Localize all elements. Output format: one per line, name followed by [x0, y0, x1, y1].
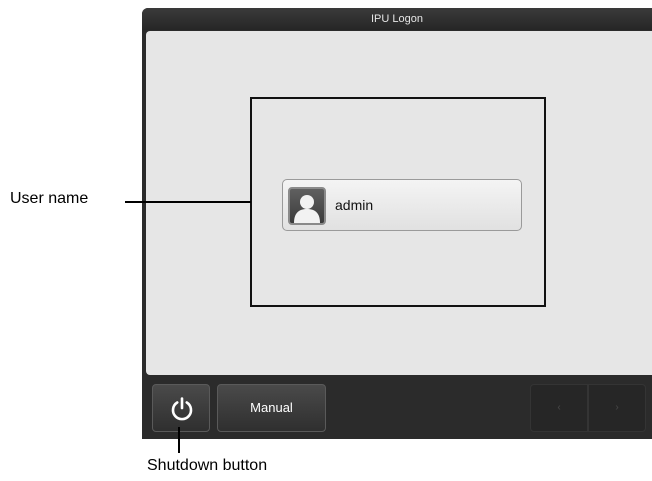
window-title: IPU Logon	[142, 8, 652, 30]
next-page-button[interactable]: ›	[588, 384, 646, 432]
chevron-left-icon: ‹	[557, 402, 561, 413]
manual-button[interactable]: Manual	[217, 384, 326, 432]
shutdown-button[interactable]	[152, 384, 210, 432]
user-button-admin[interactable]: admin	[282, 179, 522, 231]
screen: IPU Logon admin Manual ‹ › User name Shu…	[0, 0, 652, 481]
user-name-callout-line	[125, 201, 251, 203]
user-list-panel: admin	[250, 97, 546, 307]
shutdown-button-callout: Shutdown button	[147, 457, 268, 474]
shutdown-callout-line	[178, 427, 180, 453]
previous-page-button[interactable]: ‹	[530, 384, 588, 432]
user-name-callout: User name	[10, 190, 89, 207]
logon-content-area: admin	[146, 31, 652, 375]
power-icon	[171, 397, 193, 421]
chevron-right-icon: ›	[615, 402, 619, 413]
user-avatar-icon	[288, 187, 326, 225]
ipu-logon-window: IPU Logon admin Manual ‹ ›	[142, 8, 652, 439]
user-name-text: admin	[335, 197, 374, 213]
bottom-toolbar: Manual ‹ ›	[142, 378, 652, 439]
